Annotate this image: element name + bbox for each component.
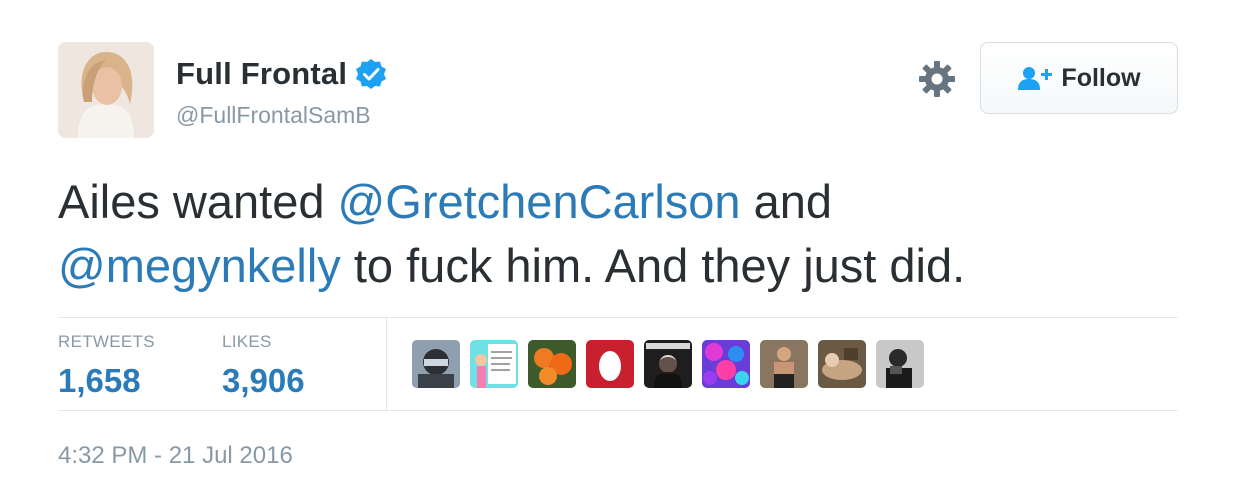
liker-avatar[interactable] [412,340,460,388]
follow-button-label: Follow [1061,63,1141,92]
stats-bottom-divider [58,410,1178,411]
tweet-text-part: Ailes wanted [58,175,338,228]
liker-avatar[interactable] [702,340,750,388]
tweet-timestamp[interactable]: 4:32 PM - 21 Jul 2016 [58,442,293,470]
tweet-text: Ailes wanted @GretchenCarlson and @megyn… [58,170,1198,298]
author-handle[interactable]: @FullFrontalSamB [176,102,371,129]
follow-user-icon [1017,65,1053,91]
tweet-text-part: to fuck him. And they just did. [340,239,966,292]
liker-avatar[interactable] [528,340,576,388]
liker-avatar[interactable] [586,340,634,388]
retweets-stat[interactable]: RETWEETS 1,658 [58,332,155,400]
tweet-text-part: and [740,175,833,228]
stats-top-divider [58,317,1178,318]
liker-avatar[interactable] [470,340,518,388]
mention-link[interactable]: @GretchenCarlson [338,175,741,228]
retweets-label: RETWEETS [58,332,155,351]
author-name[interactable]: Full Frontal [176,56,347,92]
stats-vertical-divider [386,318,387,410]
likers-avatar-list [412,340,934,388]
liker-avatar[interactable] [876,340,924,388]
author-avatar[interactable] [58,42,154,138]
gear-icon[interactable] [918,60,956,98]
follow-button[interactable]: Follow [980,42,1178,114]
liker-avatar[interactable] [644,340,692,388]
likes-stat[interactable]: LIKES 3,906 [222,332,305,400]
mention-link[interactable]: @megynkelly [58,239,341,292]
likes-count: 3,906 [222,362,305,399]
liker-avatar[interactable] [818,340,866,388]
verified-badge-icon [355,58,387,90]
author-name-row: Full Frontal [176,56,387,92]
retweets-count: 1,658 [58,362,141,399]
liker-avatar[interactable] [760,340,808,388]
likes-label: LIKES [222,332,272,351]
